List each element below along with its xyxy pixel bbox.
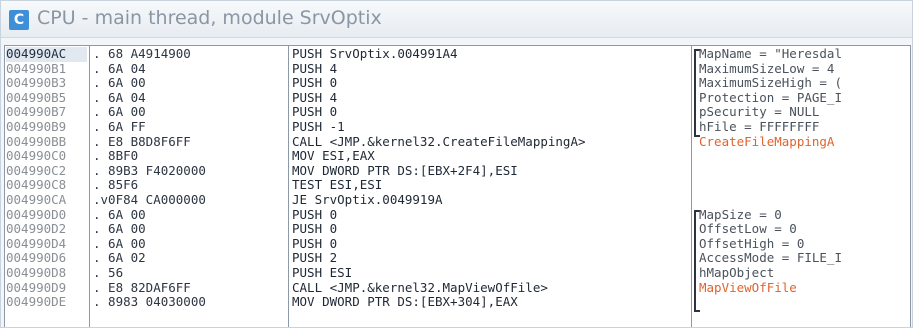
comment-cell: MaximumSizeHigh = ( <box>699 76 842 91</box>
hex-dump-cell: . 6A 00 <box>93 76 146 91</box>
address-cell: 004990D4 <box>6 236 67 251</box>
disasm-row[interactable]: 004990D6 . 6A 02 PUSH 2 AccessMode = FILE_I <box>5 251 910 266</box>
comment-cell: hMapObject <box>699 266 775 280</box>
disasm-row[interactable]: 004990B5 . 6A 04 PUSH 4 Protection = PAGE_I <box>5 91 910 106</box>
address-cell: 004990D9 <box>6 280 67 295</box>
address-cell: 004990B3 <box>6 76 67 91</box>
hex-dump-cell: . 6A 02 <box>93 251 146 266</box>
address-cell: 004990C0 <box>6 149 67 164</box>
disasm-row[interactable]: 004990C2 . 89B3 F4020000 MOV DWORD PTR DS:… <box>5 164 910 179</box>
address-cell: 004990B5 <box>6 90 67 105</box>
address-cell: 004990D2 <box>6 222 67 237</box>
hex-dump-cell: . 85F6 <box>93 178 139 193</box>
hex-dump-cell: . 8BF0 <box>93 149 139 164</box>
disasm-row[interactable]: 004990B1 . 6A 04 PUSH 4 MaximumSizeLow = 4 <box>5 62 910 77</box>
comment-cell: MapName = "Heresdal <box>699 47 842 61</box>
address-cell: 004990D8 <box>6 266 67 280</box>
hex-dump-cell: . 6A 00 <box>93 105 146 120</box>
disasm-row[interactable]: 004990AC . 68 A4914900 PUSH SrvOptix.00499… <box>5 47 910 62</box>
title-bar[interactable]: C CPU - main thread, module SrvOptix <box>1 1 912 38</box>
disassembly-pane[interactable]: 004990AC . 68 A4914900 PUSH SrvOptix.00499… <box>4 45 911 327</box>
window-title: CPU - main thread, module SrvOptix <box>37 7 382 29</box>
cpu-app-icon: C <box>9 10 29 30</box>
address-cell: 004990B9 <box>6 120 67 134</box>
comment-cell: OffsetLow = 0 <box>699 222 797 237</box>
disasm-row[interactable]: 004990D9 . E8 82DAF6FF CALL <JMP.&kernel32… <box>5 281 910 296</box>
hex-dump-cell: . 8983 04030000 <box>93 295 206 310</box>
comment-cell: pSecurity = NULL <box>699 105 820 120</box>
address-cell: 004990B1 <box>6 61 67 76</box>
comment-cell: AccessMode = FILE_I <box>699 251 842 266</box>
hex-dump-cell: . E8 B8D8F6FF <box>93 134 191 149</box>
address-cell: 004990C8 <box>6 178 67 193</box>
disassembly-cell: MOV DWORD PTR DS:[EBX+2F4],ESI <box>292 163 518 178</box>
comment-cell: OffsetHigh = 0 <box>699 236 805 251</box>
disassembly-cell: PUSH SrvOptix.004991A4 <box>292 47 458 61</box>
hex-dump-cell: . 6A 04 <box>93 90 146 105</box>
disasm-row[interactable]: 004990DE . 8983 04030000 MOV DWORD PTR DS:… <box>5 295 910 310</box>
hex-dump-cell: .v0F84 CA000000 <box>93 193 206 207</box>
disassembly-cell: MOV ESI,EAX <box>292 149 375 164</box>
disassembly-cell: PUSH -1 <box>292 120 345 134</box>
disassembly-cell: CALL <JMP.&kernel32.MapViewOfFile> <box>292 280 548 295</box>
disassembly-cell: PUSH 0 <box>292 236 338 251</box>
hex-dump-cell: . 89B3 F4020000 <box>93 163 206 178</box>
disassembly-cell: PUSH 0 <box>292 222 338 237</box>
disasm-row[interactable]: 004990BB . E8 B8D8F6FF CALL <JMP.&kernel32… <box>5 135 910 150</box>
hex-dump-cell: . 56 <box>93 266 124 280</box>
disassembly-cell: JE SrvOptix.0049919A <box>292 193 443 207</box>
disassembly-cell: PUSH 4 <box>292 61 338 76</box>
comment-cell: MapViewOfFile <box>699 280 797 295</box>
disassembly-cell: PUSH ESI <box>292 266 353 280</box>
hex-dump-cell: . 68 A4914900 <box>93 47 191 61</box>
disassembly-cell: TEST ESI,ESI <box>292 178 383 193</box>
comment-cell: MaximumSizeLow = 4 <box>699 61 835 76</box>
disasm-row[interactable]: 004990C0 . 8BF0 MOV ESI,EAX <box>5 149 910 164</box>
disassembly-cell: MOV DWORD PTR DS:[EBX+304],EAX <box>292 295 518 310</box>
disasm-row[interactable]: 004990B7 . 6A 00 PUSH 0 pSecurity = NULL <box>5 105 910 120</box>
address-cell: 004990C2 <box>6 163 67 178</box>
hex-dump-cell: . 6A FF <box>93 120 146 134</box>
disasm-row[interactable]: 004990D4 . 6A 00 PUSH 0 OffsetHigh = 0 <box>5 237 910 252</box>
hex-dump-cell: . 6A 00 <box>93 222 146 237</box>
hex-dump-cell: . 6A 00 <box>93 236 146 251</box>
disassembly-cell: PUSH 0 <box>292 76 338 91</box>
disasm-row[interactable]: 004990B3 . 6A 00 PUSH 0 MaximumSizeHigh = ( <box>5 76 910 91</box>
hex-dump-cell: . 6A 00 <box>93 207 146 222</box>
disasm-row[interactable]: 004990D0 . 6A 00 PUSH 0 MapSize = 0 <box>5 208 910 223</box>
disassembly-cell: PUSH 4 <box>292 90 338 105</box>
hex-dump-cell: . E8 82DAF6FF <box>93 280 191 295</box>
address-cell: 004990D6 <box>6 251 67 266</box>
address-cell: 004990D0 <box>6 207 67 222</box>
address-cell: 004990B7 <box>6 105 67 120</box>
disasm-row[interactable]: 004990C8 . 85F6 TEST ESI,ESI <box>5 178 910 193</box>
disasm-row[interactable]: 004990D8 . 56 PUSH ESI hMapObject <box>5 266 910 281</box>
disassembly-cell: CALL <JMP.&kernel32.CreateFileMappingA> <box>292 134 586 149</box>
disasm-row[interactable]: 004990D2 . 6A 00 PUSH 0 OffsetLow = 0 <box>5 222 910 237</box>
disasm-row[interactable]: 004990B9 . 6A FF PUSH -1 hFile = FFFFFFFF <box>5 120 910 135</box>
address-cell: 004990DE <box>6 295 67 310</box>
comment-cell: Protection = PAGE_I <box>699 90 842 105</box>
disassembly-cell: PUSH 2 <box>292 251 338 266</box>
hex-dump-cell: . 6A 04 <box>93 61 146 76</box>
comment-cell: hFile = FFFFFFFF <box>699 120 820 134</box>
comment-cell: MapSize = 0 <box>699 207 782 222</box>
disasm-row[interactable]: 004990CA .v0F84 CA000000 JE SrvOptix.00499… <box>5 193 910 208</box>
cpu-window: C CPU - main thread, module SrvOptix 004… <box>0 0 913 328</box>
comment-cell: CreateFileMappingA <box>699 134 835 149</box>
address-cell: 004990BB <box>6 134 67 149</box>
address-cell: 004990AC <box>6 47 87 62</box>
disassembly-cell: PUSH 0 <box>292 105 338 120</box>
disassembly-cell: PUSH 0 <box>292 207 338 222</box>
address-cell: 004990CA <box>6 193 67 207</box>
